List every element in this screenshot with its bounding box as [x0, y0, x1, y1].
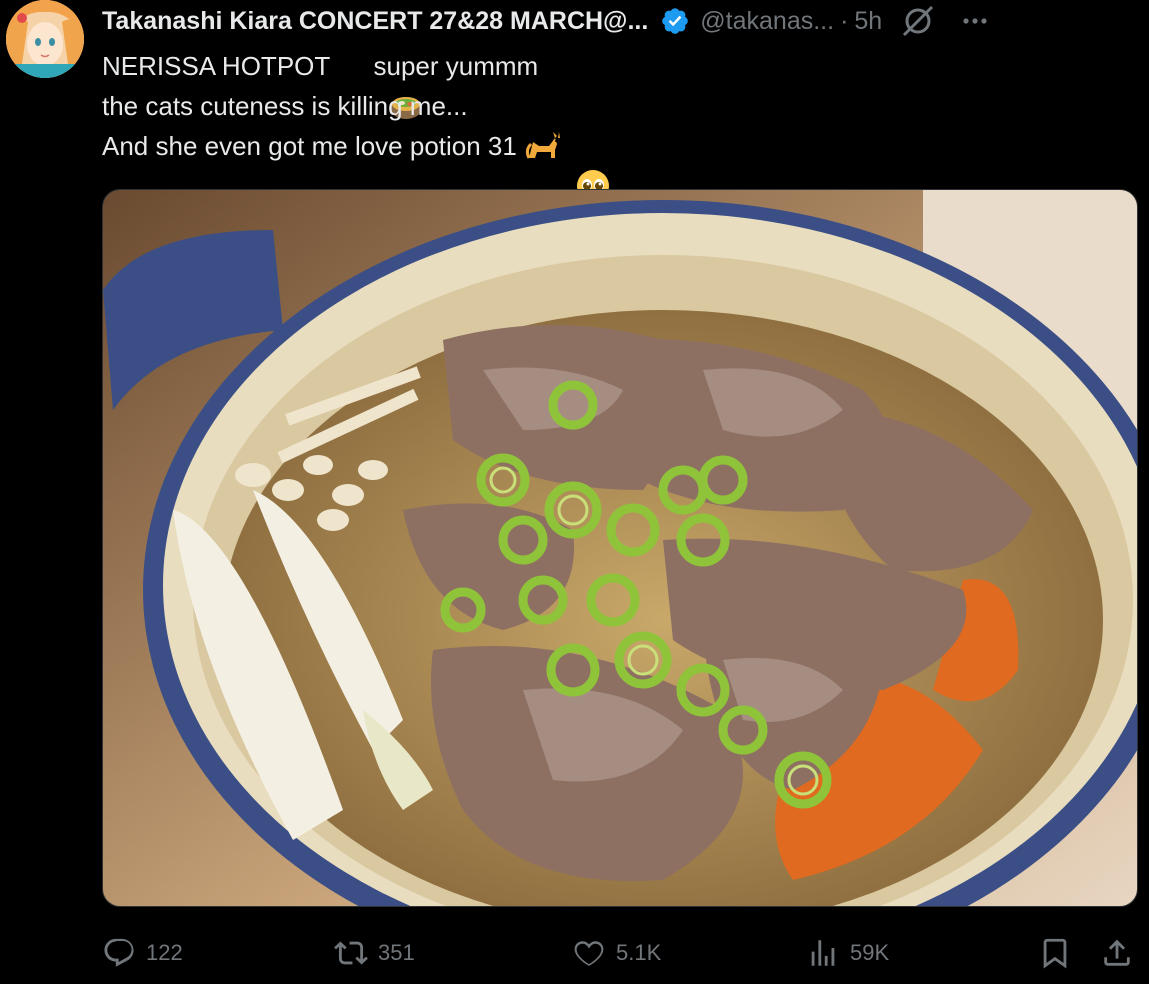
bookmark-icon: [1043, 938, 1067, 969]
like-count: 5.1K: [616, 940, 662, 965]
bookmark-button[interactable]: [1038, 930, 1082, 976]
views-button[interactable]: 59K: [806, 930, 889, 976]
tweet-line-2-text: the cats cuteness is killing me...: [102, 91, 468, 121]
tweet[interactable]: Takanashi Kiara CONCERT 27&28 MARCH@... …: [0, 0, 1149, 984]
views-icon: [811, 940, 835, 966]
share-icon: [1104, 939, 1130, 966]
repost-icon: [334, 941, 368, 965]
tweet-text: NERISSA HOTPOT super yummm the cats cute…: [102, 46, 609, 202]
like-icon: [574, 941, 604, 966]
tweet-line-2: the cats cuteness is killing me...: [102, 86, 561, 159]
tweet-line-3-text: And she even got me love potion 31: [102, 131, 517, 161]
grok-icon[interactable]: [900, 3, 936, 39]
reply-button[interactable]: 122: [102, 930, 183, 976]
verified-badge-icon[interactable]: [660, 6, 690, 36]
repost-count: 351: [378, 940, 415, 965]
tweet-line-1-text: NERISSA HOTPOT: [102, 51, 331, 81]
tweet-line-1: NERISSA HOTPOT super yummm: [102, 46, 553, 119]
cat-emoji-icon: [468, 88, 561, 159]
tweet-actions: 122 351 5.1K 59K: [102, 930, 1135, 976]
more-icon[interactable]: [958, 4, 992, 38]
tweet-media-photo[interactable]: [102, 189, 1138, 907]
avatar[interactable]: [6, 0, 84, 78]
reply-count: 122: [146, 940, 183, 965]
reply-icon: [104, 938, 134, 967]
pleading-face-emoji-icon: [517, 128, 609, 202]
tweet-line-1-text-after: super yummm: [366, 51, 539, 81]
timestamp[interactable]: 5h: [854, 7, 882, 36]
share-button[interactable]: [1100, 930, 1144, 976]
handle[interactable]: @takanas...: [700, 7, 834, 36]
repost-button[interactable]: 351: [334, 930, 415, 976]
display-name[interactable]: Takanashi Kiara CONCERT 27&28 MARCH@...: [102, 7, 648, 36]
tweet-header: Takanashi Kiara CONCERT 27&28 MARCH@... …: [102, 4, 1135, 38]
like-button[interactable]: 5.1K: [572, 930, 661, 976]
hotpot-emoji-icon: [330, 48, 423, 119]
hotpot-photo: [103, 190, 1137, 906]
separator-dot: ·: [840, 6, 849, 35]
views-count: 59K: [850, 940, 890, 965]
tweet-line-3: And she even got me love potion 31: [102, 126, 609, 202]
